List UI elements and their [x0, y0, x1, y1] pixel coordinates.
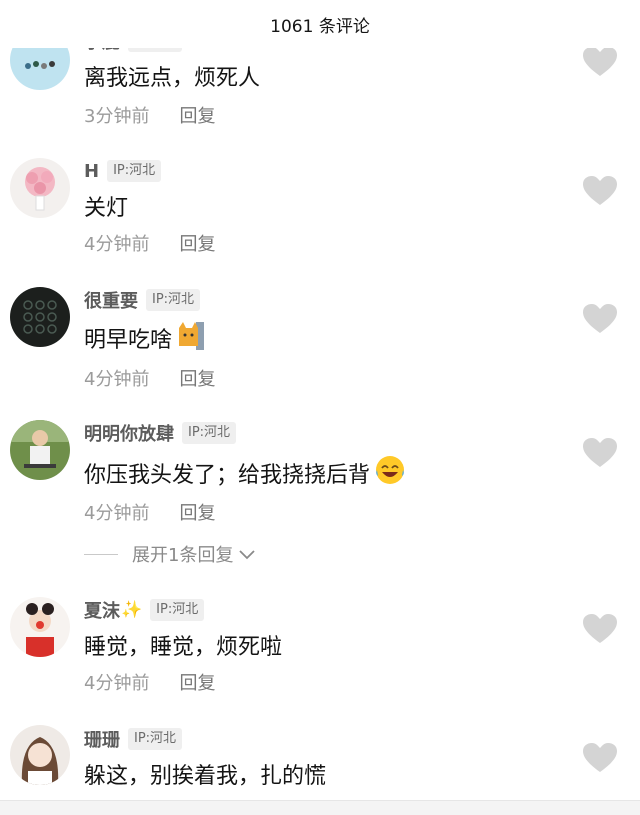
- avatar[interactable]: [10, 158, 70, 218]
- expand-replies-button[interactable]: 展开1条回复: [84, 541, 256, 567]
- username[interactable]: 珊珊: [84, 726, 120, 752]
- ip-location-badge: IP:河北: [146, 289, 201, 311]
- reply-button[interactable]: 回复: [179, 365, 215, 391]
- ip-location-badge: IP:河北: [150, 599, 205, 621]
- comment-text: 你压我头发了；给我挠挠后背: [84, 463, 371, 488]
- comment-count-title: 1061 条评论: [270, 16, 370, 37]
- avatar[interactable]: [10, 420, 70, 480]
- cat-sticker-icon: [176, 320, 205, 356]
- divider: [84, 553, 118, 555]
- avatar[interactable]: [10, 287, 70, 347]
- ip-location-badge: IP:河北: [107, 160, 162, 182]
- sparkles-icon: ✨: [121, 600, 143, 620]
- heart-icon[interactable]: [583, 176, 617, 206]
- comment-text: 睡觉，睡觉，烦死啦: [84, 635, 283, 660]
- heart-icon[interactable]: [583, 614, 617, 644]
- avatar[interactable]: [10, 597, 70, 657]
- ip-location-badge: IP:河北: [128, 728, 183, 750]
- avatar[interactable]: [10, 725, 70, 785]
- username[interactable]: 很重要: [84, 287, 138, 313]
- reply-button[interactable]: 回复: [179, 230, 215, 256]
- comment-text: 躲这，别挨着我，扎的慌: [84, 764, 327, 789]
- comment-text: 明早吃啥: [84, 328, 173, 353]
- username[interactable]: 明明你放肆: [84, 420, 174, 446]
- comment-text: 离我远点，烦死人: [84, 66, 261, 91]
- comments-header: 1061 条评论: [0, 0, 640, 48]
- heart-icon[interactable]: [583, 743, 617, 773]
- bottom-input-bar: [0, 800, 640, 815]
- username[interactable]: 夏沫: [84, 597, 120, 623]
- comment-time: 4分钟前: [84, 503, 150, 524]
- username[interactable]: H: [84, 161, 99, 182]
- heart-icon[interactable]: [583, 47, 617, 77]
- heart-icon[interactable]: [583, 438, 617, 468]
- ip-location-badge: IP:河北: [182, 422, 237, 444]
- expand-replies-label: 展开1条回复: [132, 545, 234, 566]
- comment-time: 4分钟前: [84, 673, 150, 694]
- comment-time: 4分钟前: [84, 234, 150, 255]
- heart-icon[interactable]: [583, 304, 617, 334]
- comment-time: 4分钟前: [84, 369, 150, 390]
- reply-button[interactable]: 回复: [179, 669, 215, 695]
- chevron-down-icon: [239, 544, 256, 565]
- laughing-emoji-icon: [374, 454, 406, 492]
- reply-button[interactable]: 回复: [179, 102, 215, 128]
- comment-text: 关灯: [84, 196, 129, 221]
- reply-button[interactable]: 回复: [179, 499, 215, 525]
- comment-time: 3分钟前: [84, 106, 150, 127]
